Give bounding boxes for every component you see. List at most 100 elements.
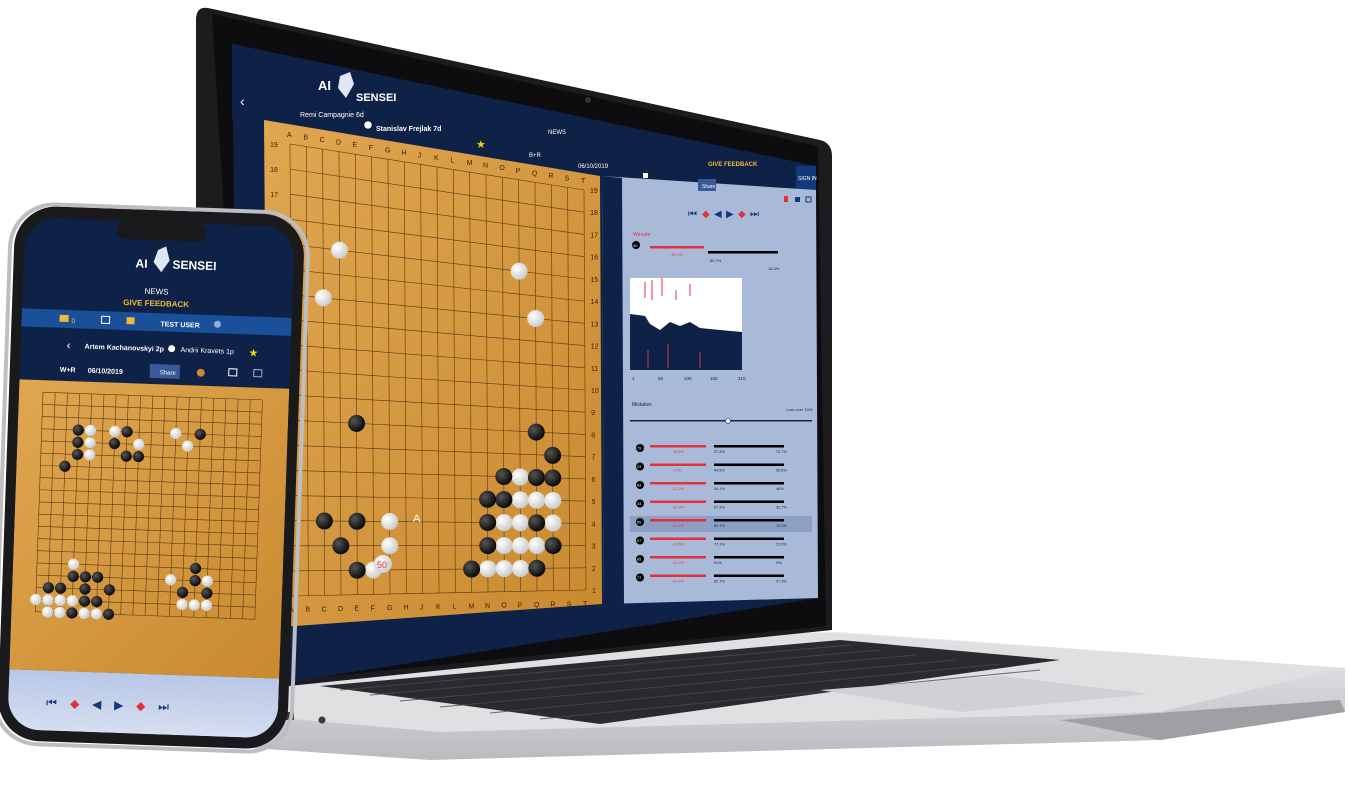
mistake-loss: -22.2% xyxy=(672,561,685,565)
mistake-right: 9% xyxy=(776,561,782,565)
col-label: N xyxy=(483,163,488,170)
col-label: O xyxy=(501,603,507,610)
laptop-loss-over-label: Loss over 10% xyxy=(786,407,813,412)
col-label: J xyxy=(420,604,424,611)
headphone-port xyxy=(318,716,326,724)
laptop-nav-news[interactable]: NEWS xyxy=(548,130,566,136)
col-label: F xyxy=(371,605,375,612)
laptop-winrate-loss: -19.1% xyxy=(670,252,683,257)
col-label: D xyxy=(336,140,341,147)
black-stone xyxy=(348,561,366,579)
row-label: 2 xyxy=(592,566,596,573)
laptop-prev-mistake-icon[interactable]: ◆ xyxy=(702,209,710,220)
mistake-right: 32.7% xyxy=(776,506,787,510)
col-label: R xyxy=(550,602,555,609)
phone-prev-mistake-icon[interactable]: ◆ xyxy=(70,696,80,710)
mistake-winrate-bar xyxy=(714,482,784,485)
mistake-mid: 91% xyxy=(714,561,722,565)
laptop-bookmark-icon[interactable] xyxy=(784,196,788,202)
col-label: A xyxy=(287,132,292,139)
laptop-public-label: Public? xyxy=(650,174,667,180)
phone-first-move-icon[interactable]: ⏮ xyxy=(46,696,57,710)
col-label: M xyxy=(469,603,475,610)
laptop-upload-icon[interactable] xyxy=(795,197,800,202)
row-label: 11 xyxy=(591,366,598,373)
mistake-move: 79 xyxy=(637,447,641,451)
laptop-analysis-panel xyxy=(602,176,818,604)
mistake-mid: 54.1% xyxy=(714,487,725,491)
phone-coins-icon xyxy=(59,314,69,323)
mistake-row[interactable]: 50 -19.1% 80.7% 19.3% xyxy=(630,516,812,532)
mistake-mid: 80.7% xyxy=(714,524,725,528)
phone-next-mistake-icon[interactable]: ◆ xyxy=(136,699,146,713)
laptop: ‹ AI SENSEI Remi Campagnie 6d Stanislav … xyxy=(196,7,1345,760)
phone-last-move-icon[interactable]: ⏭ xyxy=(158,699,169,713)
col-label: K xyxy=(434,155,439,162)
laptop-prev-move-icon[interactable]: ◀ xyxy=(714,209,722,220)
mistake-move: 33 xyxy=(637,502,641,506)
black-stone xyxy=(528,514,546,532)
white-stone xyxy=(381,513,399,531)
col-label: E xyxy=(354,606,359,613)
laptop-loss-slider-handle[interactable] xyxy=(725,418,731,424)
laptop-color-toggle-icon[interactable] xyxy=(363,120,373,130)
phone-star-icon[interactable]: ★ xyxy=(248,347,258,359)
black-stone xyxy=(527,468,545,486)
laptop-mistakes-label: Mistakes xyxy=(632,402,652,408)
row-label: 9 xyxy=(591,410,595,417)
laptop-public-checkbox[interactable] xyxy=(643,173,648,178)
white-stone xyxy=(544,514,562,532)
phone-notch xyxy=(116,220,207,242)
mistake-right: 37.3% xyxy=(776,580,787,584)
mistake-move: 77 xyxy=(637,576,641,580)
phone-back-icon[interactable]: ‹ xyxy=(66,338,70,352)
laptop-next-move-icon[interactable]: ▶ xyxy=(726,209,734,220)
white-stone xyxy=(511,514,529,532)
col-label: H xyxy=(403,605,408,612)
laptop-nav-give-feedback[interactable]: GIVE FEEDBACK xyxy=(708,162,758,168)
row-label: 14 xyxy=(591,299,599,306)
row-label: 18 xyxy=(270,167,278,174)
phone-menu-icon[interactable] xyxy=(126,317,135,325)
row-label: 6 xyxy=(591,477,595,484)
mistake-loss: -19.1% xyxy=(672,524,685,528)
webcam xyxy=(585,97,591,103)
laptop-last-move-icon[interactable]: ⏭ xyxy=(750,209,759,220)
mistake-mid: 67.3% xyxy=(714,506,725,510)
white-stone xyxy=(495,537,513,555)
laptop-winrate-black-bar xyxy=(708,251,778,254)
row-label: 5 xyxy=(592,499,596,506)
mistake-move: 83 xyxy=(637,484,641,488)
laptop-back-icon[interactable]: ‹ xyxy=(240,93,245,109)
graph-axis-tick: 150 xyxy=(710,376,718,381)
white-stone xyxy=(528,491,546,509)
graph-axis-tick: 50 xyxy=(658,376,664,381)
mistake-mid: 27.3% xyxy=(714,450,725,454)
laptop-star-icon[interactable]: ★ xyxy=(476,139,486,151)
col-label: S xyxy=(567,601,572,608)
row-label: 1 xyxy=(592,588,596,595)
col-label: E xyxy=(352,142,357,149)
laptop-move-number-label: 50 xyxy=(377,560,387,570)
phone-prev-move-icon[interactable]: ◀ xyxy=(92,697,102,711)
col-label: Q xyxy=(534,602,540,609)
phone-user-name[interactable]: TEST USER xyxy=(160,321,200,329)
laptop-winrate-red-bar xyxy=(650,246,704,249)
white-stone xyxy=(511,468,529,486)
phone-next-move-icon[interactable]: ▶ xyxy=(114,698,124,712)
row-label: 15 xyxy=(590,277,598,284)
laptop-winrate-move: 50 xyxy=(633,243,638,248)
mistake-loss: -11.2% xyxy=(672,487,684,491)
row-label: 4 xyxy=(592,521,596,528)
laptop-next-mistake-icon[interactable]: ◆ xyxy=(738,209,746,220)
col-label: H xyxy=(401,150,406,157)
phone-coins-count: 0 xyxy=(71,318,75,325)
phone-nav-news[interactable]: NEWS xyxy=(144,287,168,297)
laptop-brand-sensei: SENSEI xyxy=(356,92,396,104)
black-stone xyxy=(527,423,545,441)
laptop-first-move-icon[interactable]: ⏮ xyxy=(688,209,697,220)
white-stone xyxy=(510,262,528,280)
row-label: 13 xyxy=(591,321,599,328)
laptop-loss-slider[interactable] xyxy=(630,420,812,422)
black-stone xyxy=(528,559,546,577)
